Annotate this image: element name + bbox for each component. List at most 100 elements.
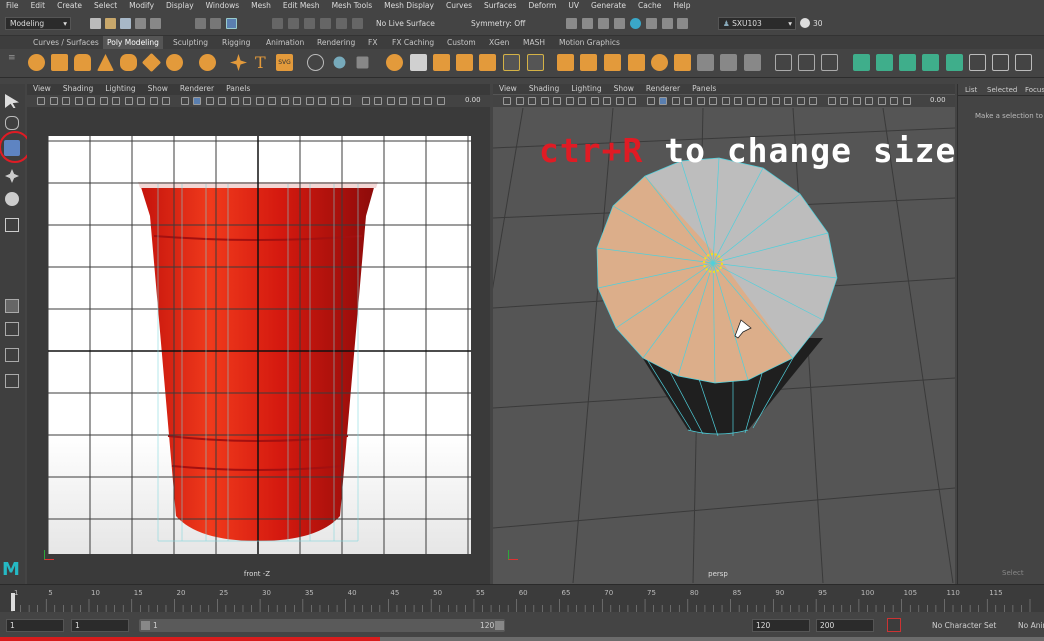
snap-curve-icon[interactable] xyxy=(288,18,299,29)
shelf-tab-rendering[interactable]: Rendering xyxy=(313,36,359,49)
front-toolbar-icon[interactable] xyxy=(386,97,395,105)
front-toolbar-icon[interactable] xyxy=(74,97,83,105)
current-frame-marker[interactable] xyxy=(11,593,15,611)
menu-mesh-display[interactable]: Mesh Display xyxy=(378,0,440,11)
symmetry-label[interactable]: Symmetry: Off xyxy=(471,19,525,28)
toggle-xgen-icon[interactable] xyxy=(662,18,673,29)
svg-tool-icon[interactable]: SVG xyxy=(276,54,293,71)
combine-icon[interactable] xyxy=(356,56,369,69)
front-toolbar-icon[interactable] xyxy=(268,97,276,105)
persp-toolbar-icon[interactable] xyxy=(902,97,911,105)
front-toolbar-icon[interactable] xyxy=(149,97,158,105)
rotate-tool-icon[interactable] xyxy=(5,192,19,206)
persp-toolbar-icon[interactable] xyxy=(809,97,817,105)
persp-menu-lighting[interactable]: Lighting xyxy=(565,84,607,94)
shelf-tab-curves-surfaces[interactable]: Curves / Surfaces xyxy=(29,36,103,49)
front-toolbar-icon[interactable] xyxy=(330,97,339,105)
persp-toolbar-icon[interactable] xyxy=(890,97,898,105)
range-start-handle[interactable] xyxy=(141,621,150,630)
front-menu-show[interactable]: Show xyxy=(142,84,174,94)
front-viewport[interactable]: View Shading Lighting Show Renderer Panels 0.… xyxy=(27,84,490,584)
front-toolbar-icon[interactable] xyxy=(318,97,326,105)
start-frame-field[interactable]: 1 xyxy=(6,619,64,632)
move-tool-icon[interactable] xyxy=(5,169,19,183)
menu-edit[interactable]: Edit xyxy=(25,0,52,11)
persp-exposure-value[interactable]: 0.00 xyxy=(930,96,946,104)
shelf-tab-mash[interactable]: MASH xyxy=(519,36,549,49)
front-menu-panels[interactable]: Panels xyxy=(220,84,256,94)
select-object-icon[interactable] xyxy=(210,18,221,29)
panel-tab-focus[interactable]: Focus xyxy=(1025,86,1044,94)
persp-toolbar-icon[interactable] xyxy=(746,97,755,105)
live-surface-label[interactable]: No Live Surface xyxy=(376,19,435,28)
open-scene-icon[interactable] xyxy=(105,18,116,29)
persp-toolbar-icon[interactable] xyxy=(590,97,599,105)
snap-point-icon[interactable] xyxy=(304,18,315,29)
front-toolbar-icon[interactable] xyxy=(361,97,370,105)
front-menu-renderer[interactable]: Renderer xyxy=(174,84,220,94)
persp-menu-show[interactable]: Show xyxy=(608,84,640,94)
center-pivot-icon[interactable] xyxy=(853,54,870,71)
menu-file[interactable]: File xyxy=(0,0,25,11)
single-pane-icon[interactable] xyxy=(5,299,19,313)
front-menu-lighting[interactable]: Lighting xyxy=(99,84,141,94)
menu-surfaces[interactable]: Surfaces xyxy=(478,0,522,11)
front-toolbar-icon[interactable] xyxy=(205,97,214,105)
pause-icon[interactable] xyxy=(677,18,688,29)
persp-menu-panels[interactable]: Panels xyxy=(686,84,722,94)
persp-toolbar-icon[interactable] xyxy=(734,97,742,105)
front-toolbar-icon[interactable] xyxy=(49,97,58,105)
shelf-tab-sculpting[interactable]: Sculpting xyxy=(169,36,212,49)
persp-toolbar-icon[interactable] xyxy=(515,97,524,105)
soften-edge-icon[interactable] xyxy=(946,54,963,71)
persp-toolbar-icon[interactable] xyxy=(784,97,792,105)
front-toolbar-icon[interactable] xyxy=(99,97,108,105)
persp-toolbar-icon[interactable] xyxy=(659,97,667,105)
poly-torus-icon[interactable] xyxy=(120,54,137,71)
persp-toolbar-icon[interactable] xyxy=(684,97,692,105)
persp-menu-renderer[interactable]: Renderer xyxy=(640,84,686,94)
persp-toolbar-icon[interactable] xyxy=(796,97,805,105)
snap-surface-icon[interactable] xyxy=(336,18,347,29)
shelf-tab-xgen[interactable]: XGen xyxy=(485,36,513,49)
max-frame-field[interactable]: 200 xyxy=(816,619,874,632)
current-start-field[interactable]: 1 xyxy=(71,619,129,632)
front-toolbar-icon[interactable] xyxy=(162,97,170,105)
range-slider[interactable]: 1 120 xyxy=(139,619,505,632)
panel-tab-list[interactable]: List xyxy=(965,86,977,94)
front-toolbar-icon[interactable] xyxy=(343,97,351,105)
persp-toolbar-icon[interactable] xyxy=(696,97,705,105)
time-slider[interactable]: 1 5 10 15 20 25 30 35 40 45 50 55 60 65 70 75 80 85 90 95 10… xyxy=(0,584,1044,612)
append-icon[interactable] xyxy=(604,54,621,71)
delete-history-icon[interactable] xyxy=(899,54,916,71)
smooth-icon[interactable] xyxy=(479,54,496,71)
close-shelf-icon[interactable] xyxy=(1015,54,1032,71)
menu-deform[interactable]: Deform xyxy=(522,0,562,11)
persp-toolbar-icon[interactable] xyxy=(503,97,511,105)
persp-toolbar-icon[interactable] xyxy=(578,97,586,105)
menu-uv[interactable]: UV xyxy=(562,0,585,11)
snap-view-icon[interactable] xyxy=(352,18,363,29)
persp-toolbar-icon[interactable] xyxy=(759,97,767,105)
persp-toolbar-icon[interactable] xyxy=(553,97,561,105)
front-toolbar-icon[interactable] xyxy=(243,97,251,105)
snap-grid-icon[interactable] xyxy=(272,18,283,29)
front-toolbar-icon[interactable] xyxy=(137,97,145,105)
platonic-solid-icon[interactable] xyxy=(199,54,216,71)
ipr-render-icon[interactable] xyxy=(582,18,593,29)
front-exposure-value[interactable]: 0.00 xyxy=(465,96,481,104)
detach-icon[interactable] xyxy=(744,54,761,71)
front-toolbar-icon[interactable] xyxy=(87,97,95,105)
persp-toolbar-icon[interactable] xyxy=(877,97,886,105)
four-pane-icon[interactable] xyxy=(5,322,19,336)
fill-hole-icon[interactable] xyxy=(628,54,645,71)
persp-toolbar-icon[interactable] xyxy=(540,97,549,105)
menu-mesh[interactable]: Mesh xyxy=(245,0,277,11)
offset-loop-icon[interactable] xyxy=(674,54,691,71)
menu-create[interactable]: Create xyxy=(51,0,88,11)
menu-curves[interactable]: Curves xyxy=(440,0,478,11)
poly-disc-icon[interactable] xyxy=(166,54,183,71)
front-menu-view[interactable]: View xyxy=(27,84,57,94)
lasso-tool-icon[interactable] xyxy=(5,116,19,130)
freeze-transform-icon[interactable] xyxy=(876,54,893,71)
